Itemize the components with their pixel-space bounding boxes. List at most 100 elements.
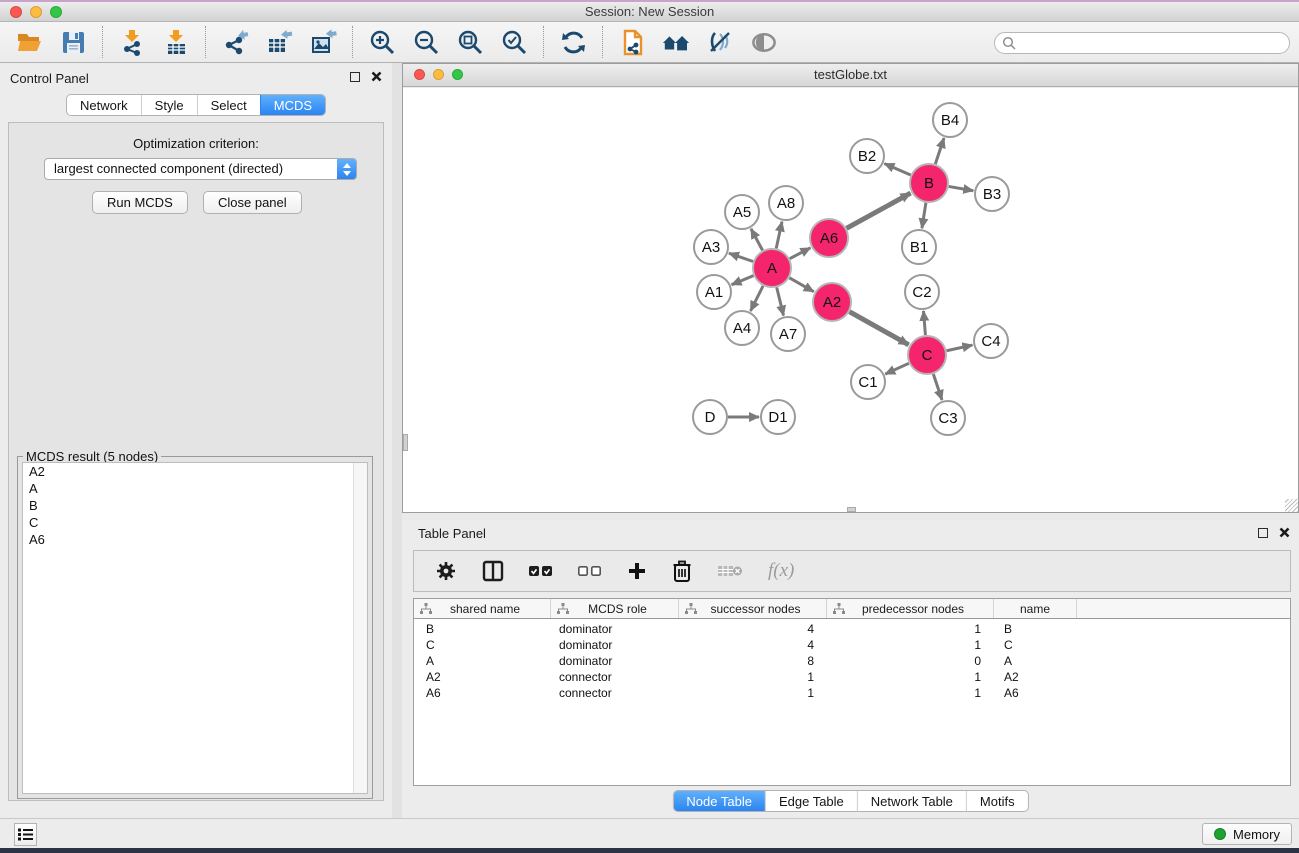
table-cell[interactable]: 0 (827, 654, 994, 668)
memory-button[interactable]: Memory (1202, 823, 1292, 845)
table-cell[interactable]: 4 (679, 622, 827, 636)
panel-splitter[interactable] (392, 63, 402, 818)
table-row[interactable]: Bdominator41B (414, 621, 1290, 637)
task-history-button[interactable] (14, 823, 37, 846)
table-settings-gear-icon[interactable] (435, 560, 457, 582)
graph-node-A6[interactable]: A6 (810, 219, 848, 257)
close-panel-icon[interactable] (371, 71, 382, 82)
export-network-icon[interactable] (221, 28, 249, 56)
graph-edge-A-A4[interactable] (750, 286, 763, 311)
graph-edge-C-C3[interactable] (933, 374, 942, 400)
float-table-panel-icon[interactable] (1258, 528, 1268, 538)
column-header-predecessor-nodes[interactable]: predecessor nodes (827, 599, 994, 618)
home-icon[interactable] (662, 28, 690, 56)
graph-edge-B-B2[interactable] (884, 164, 910, 175)
network-canvas[interactable]: B4B2BB3A5A8A6A3AB1A1C2A2A4A7C4CC1C3DD1 (403, 88, 1298, 512)
save-session-icon[interactable] (59, 28, 87, 56)
table-row[interactable]: A2connector11A2 (414, 669, 1290, 685)
show-view-eye-icon[interactable] (750, 28, 778, 56)
graph-node-B3[interactable]: B3 (975, 177, 1009, 211)
criterion-dropdown[interactable]: largest connected component (directed) (44, 158, 357, 180)
table-cell[interactable]: 4 (679, 638, 827, 652)
table-cell[interactable]: B (994, 622, 1077, 636)
zoom-in-icon[interactable] (368, 28, 396, 56)
import-table-icon[interactable] (162, 28, 190, 56)
minimize-window-button[interactable] (30, 6, 42, 18)
tab-network[interactable]: Network (67, 95, 141, 115)
split-panel-icon[interactable] (482, 560, 504, 582)
zoom-out-icon[interactable] (412, 28, 440, 56)
graph-edge-C-C4[interactable] (947, 345, 973, 351)
graph-node-C[interactable]: C (908, 336, 946, 374)
graph-node-B1[interactable]: B1 (902, 230, 936, 264)
table-cell[interactable]: 1 (679, 686, 827, 700)
tab-edge-table[interactable]: Edge Table (765, 791, 857, 811)
graph-edge-B-B1[interactable] (922, 203, 926, 228)
open-session-icon[interactable] (15, 28, 43, 56)
network-file-icon[interactable] (618, 28, 646, 56)
graph-edge-B-B3[interactable] (949, 186, 974, 190)
tab-node-table[interactable]: Node Table (673, 791, 765, 811)
table-cell[interactable]: 1 (679, 670, 827, 684)
column-header-name[interactable]: name (994, 599, 1077, 618)
graph-edge-A-A8[interactable] (776, 222, 782, 249)
tab-style[interactable]: Style (141, 95, 197, 115)
graph-node-D[interactable]: D (693, 400, 727, 434)
select-all-columns-icon[interactable] (529, 564, 553, 578)
search-field[interactable] (994, 32, 1290, 54)
graph-edge-A6-B[interactable] (847, 193, 911, 228)
graph-edge-A-A2[interactable] (789, 278, 813, 292)
float-panel-icon[interactable] (350, 72, 360, 82)
network-window-titlebar[interactable]: testGlobe.txt (403, 64, 1298, 87)
table-cell[interactable]: connector (551, 670, 679, 684)
tab-mcds[interactable]: MCDS (260, 95, 325, 115)
table-cell[interactable]: dominator (551, 654, 679, 668)
run-mcds-button[interactable]: Run MCDS (92, 191, 188, 214)
graph-node-D1[interactable]: D1 (761, 400, 795, 434)
result-list-item[interactable]: A2 (23, 463, 367, 480)
export-image-icon[interactable] (309, 28, 337, 56)
close-table-panel-icon[interactable] (1279, 527, 1290, 538)
graph-node-A2[interactable]: A2 (813, 283, 851, 321)
graph-node-A3[interactable]: A3 (694, 230, 728, 264)
graph-node-A7[interactable]: A7 (771, 317, 805, 351)
table-cell[interactable]: A (414, 654, 551, 668)
graph-node-C1[interactable]: C1 (851, 365, 885, 399)
table-cell[interactable]: 1 (827, 670, 994, 684)
graph-edge-B-B4[interactable] (935, 138, 944, 164)
result-list-item[interactable]: A (23, 480, 367, 497)
graph-edge-A2-C[interactable] (849, 312, 908, 345)
hide-graphics-details-icon[interactable] (706, 28, 734, 56)
graph-node-C2[interactable]: C2 (905, 275, 939, 309)
network-minimize-button[interactable] (433, 69, 444, 80)
table-cell[interactable]: A2 (414, 670, 551, 684)
close-panel-button[interactable]: Close panel (203, 191, 302, 214)
graph-edge-A-A5[interactable] (751, 229, 763, 251)
tab-network-table[interactable]: Network Table (857, 791, 966, 811)
table-cell[interactable]: A (994, 654, 1077, 668)
table-cell[interactable]: A6 (994, 686, 1077, 700)
table-cell[interactable]: B (414, 622, 551, 636)
table-row[interactable]: Cdominator41C (414, 637, 1290, 653)
table-cell[interactable]: dominator (551, 638, 679, 652)
table-cell[interactable]: 1 (827, 638, 994, 652)
add-column-plus-icon[interactable] (627, 561, 647, 581)
deselect-all-columns-icon[interactable] (578, 564, 602, 578)
graph-node-A4[interactable]: A4 (725, 311, 759, 345)
graph-node-A[interactable]: A (753, 249, 791, 287)
table-cell[interactable]: dominator (551, 622, 679, 636)
column-header-successor-nodes[interactable]: successor nodes (679, 599, 827, 618)
graph-edge-A-A6[interactable] (790, 248, 811, 259)
network-close-button[interactable] (414, 69, 425, 80)
graph-edge-C-C1[interactable] (885, 363, 909, 374)
table-cell[interactable]: C (994, 638, 1077, 652)
column-header-shared-name[interactable]: shared name (414, 599, 551, 618)
table-cell[interactable]: connector (551, 686, 679, 700)
table-cell[interactable]: C (414, 638, 551, 652)
graph-edge-A-A3[interactable] (729, 253, 753, 261)
search-input[interactable] (1017, 35, 1289, 51)
column-header-MCDS-role[interactable]: MCDS role (551, 599, 679, 618)
vertical-scroll-thumb[interactable] (403, 434, 408, 451)
graph-node-C3[interactable]: C3 (931, 401, 965, 435)
network-maximize-button[interactable] (452, 69, 463, 80)
